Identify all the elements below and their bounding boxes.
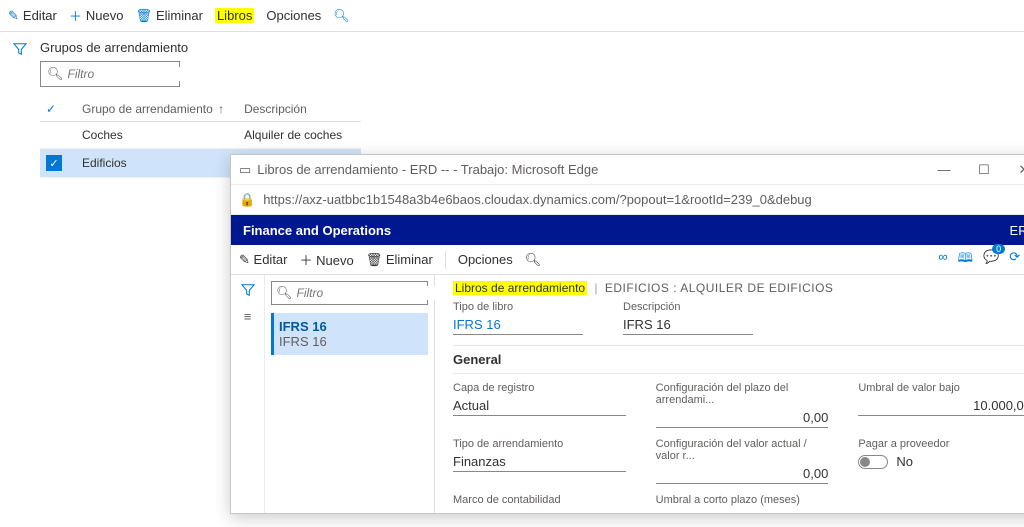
- col-desc[interactable]: Descripción: [238, 97, 361, 122]
- crumb-rest: EDIFICIOS : ALQUILER DE EDIFICIOS: [605, 281, 834, 295]
- popup-window: ▭ Libros de arrendamiento - ERD -- - Tra…: [230, 154, 1024, 514]
- page-icon: ▭: [239, 162, 251, 178]
- check-icon: ✓: [46, 102, 56, 116]
- close-button[interactable]: ✕: [1007, 162, 1024, 178]
- main-filter[interactable]: 🔍︎: [40, 61, 180, 87]
- minimize-button[interactable]: —: [927, 162, 961, 177]
- trash-icon: 🗑: [135, 8, 152, 24]
- delete-label: Eliminar: [156, 8, 203, 23]
- page-title: Grupos de arrendamiento: [40, 40, 1024, 55]
- trash-icon: 🗑: [366, 252, 383, 267]
- search-icon: 🔍︎: [525, 252, 542, 267]
- list-filter[interactable]: 🔍︎: [271, 281, 428, 305]
- refresh-icon[interactable]: ⟳: [1009, 249, 1020, 271]
- general-title: General: [453, 352, 501, 367]
- plus-icon: ＋: [69, 6, 82, 25]
- pencil-icon: ✎: [8, 8, 19, 24]
- row-selected-icon: ✓: [46, 155, 62, 171]
- plus-icon: ＋: [300, 253, 313, 268]
- sort-asc-icon: ↑: [218, 102, 224, 116]
- main-toolbar: ✎ Editar ＋ Nuevo 🗑 Eliminar Libros Opcio…: [0, 0, 1024, 32]
- pencil-icon: ✎: [239, 252, 250, 267]
- popup-toolbar: ✎ Editar ＋ Nuevo 🗑 Eliminar Opciones 🔍︎: [231, 245, 1024, 275]
- link-icon[interactable]: ∞: [938, 249, 947, 271]
- env-label: ERD: [1010, 223, 1024, 238]
- filter-funnel-icon[interactable]: [13, 40, 27, 55]
- search-icon: 🔍︎: [333, 8, 350, 24]
- cell-group: Coches: [76, 122, 238, 149]
- notification-icon[interactable]: 💬: [983, 249, 999, 271]
- cell-group: Edificios: [76, 149, 238, 178]
- capa-registro-value[interactable]: Actual: [453, 396, 626, 416]
- descripcion-value[interactable]: IFRS 16: [623, 315, 753, 335]
- books-button[interactable]: Libros: [215, 8, 254, 23]
- attach-icon[interactable]: 🕮: [958, 249, 973, 271]
- crumb-first: Libros de arrendamiento: [453, 281, 587, 295]
- marco-value[interactable]: IFRS 16: [453, 508, 626, 513]
- new-button[interactable]: ＋ Nuevo: [69, 6, 124, 25]
- search-icon: 🔍︎: [276, 285, 293, 301]
- url-text: https://axz-uatbbc1b1548a3b4e6baos.cloud…: [263, 192, 1022, 207]
- list-icon[interactable]: ≡: [244, 309, 252, 324]
- popup-options-button[interactable]: Opciones: [458, 252, 513, 267]
- list-item-sub: IFRS 16: [279, 334, 420, 349]
- detail-pane: Libros de arrendamiento | EDIFICIOS : AL…: [435, 275, 1024, 513]
- books-list: 🔍︎ IFRS 16 IFRS 16: [265, 275, 435, 513]
- table-row[interactable]: Coches Alquiler de coches: [40, 122, 361, 149]
- list-item-title: IFRS 16: [279, 319, 420, 334]
- options-label: Opciones: [266, 8, 321, 23]
- descripcion-label: Descripción: [623, 301, 753, 313]
- maximize-button[interactable]: ☐: [967, 162, 1001, 178]
- umbral-bajo-value[interactable]: 10.000,00: [858, 396, 1024, 416]
- new-label: Nuevo: [86, 8, 124, 23]
- list-item[interactable]: IFRS 16 IFRS 16: [271, 313, 428, 355]
- left-rail: ≡: [231, 275, 265, 513]
- tipo-libro-value[interactable]: IFRS 16: [453, 315, 583, 335]
- breadcrumb: Libros de arrendamiento | EDIFICIOS : AL…: [453, 281, 1024, 295]
- filter-funnel-icon[interactable]: [241, 281, 255, 297]
- cell-desc: Alquiler de coches: [238, 122, 361, 149]
- list-filter-input[interactable]: [297, 286, 454, 300]
- edit-button[interactable]: ✎ Editar: [8, 8, 57, 24]
- delete-button[interactable]: 🗑 Eliminar: [135, 8, 202, 24]
- popup-delete-button[interactable]: 🗑 Eliminar: [366, 252, 433, 268]
- options-button[interactable]: Opciones: [266, 8, 321, 23]
- app-title: Finance and Operations: [243, 223, 391, 238]
- popup-search-button[interactable]: 🔍︎: [525, 252, 542, 268]
- popup-new-button[interactable]: ＋ Nuevo: [300, 250, 354, 269]
- general-section-header[interactable]: General ˄: [453, 345, 1024, 374]
- edit-label: Editar: [23, 8, 57, 23]
- pagar-toggle[interactable]: No: [858, 454, 913, 469]
- lock-icon: 🔒: [239, 192, 255, 208]
- window-titlebar[interactable]: ▭ Libros de arrendamiento - ERD -- - Tra…: [231, 155, 1024, 185]
- conf-plazo-value[interactable]: 0,00: [656, 408, 829, 428]
- main-filter-input[interactable]: [68, 67, 225, 81]
- conf-valor-value[interactable]: 0,00: [656, 464, 829, 484]
- popup-edit-button[interactable]: ✎ Editar: [239, 252, 288, 268]
- tipo-arr-value[interactable]: Finanzas: [453, 452, 626, 472]
- search-button[interactable]: 🔍︎: [333, 8, 350, 24]
- address-bar[interactable]: 🔒 https://axz-uatbbc1b1548a3b4e6baos.clo…: [231, 185, 1024, 215]
- app-header: Finance and Operations ERD: [231, 215, 1024, 245]
- col-group[interactable]: Grupo de arrendamiento ↑: [76, 97, 238, 122]
- tipo-libro-label: Tipo de libro: [453, 301, 583, 313]
- pagar-value: No: [896, 454, 913, 469]
- search-icon: 🔍︎: [47, 66, 64, 82]
- window-title: Libros de arrendamiento - ERD -- - Traba…: [257, 162, 921, 177]
- col-select[interactable]: ✓: [40, 97, 76, 122]
- books-label: Libros: [215, 8, 254, 23]
